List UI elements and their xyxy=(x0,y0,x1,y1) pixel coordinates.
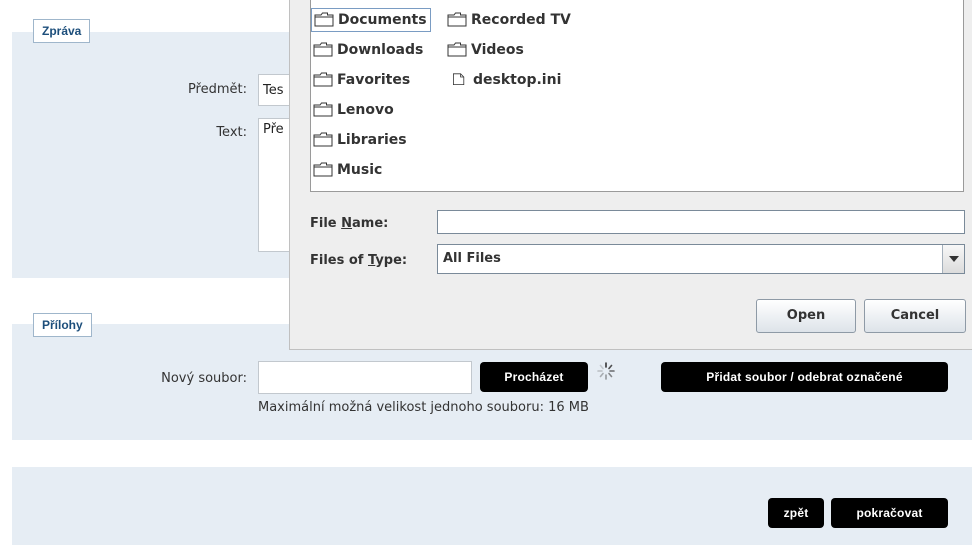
new-file-input[interactable] xyxy=(258,361,472,394)
file-item-label: Videos xyxy=(471,42,524,58)
add-remove-files-button[interactable]: Přidat soubor / odebrat označené xyxy=(661,362,948,392)
file-item-label: Downloads xyxy=(337,42,424,58)
folder-icon xyxy=(313,132,333,146)
file-item-label: Favorites xyxy=(337,72,411,88)
folder-icon xyxy=(313,162,333,176)
browse-button[interactable]: Procházet xyxy=(480,362,588,392)
file-name-input[interactable] xyxy=(437,210,965,234)
file-item-label: Recorded TV xyxy=(471,12,571,28)
folder-icon xyxy=(447,12,467,26)
file-name-label: File Name: xyxy=(310,216,389,231)
file-item-label: desktop.ini xyxy=(473,72,562,88)
new-file-label: Nový soubor: xyxy=(161,371,247,386)
text-label: Text: xyxy=(216,125,247,140)
file-icon xyxy=(453,73,465,85)
chevron-down-icon[interactable] xyxy=(942,245,964,273)
open-button[interactable]: Open xyxy=(756,299,856,333)
footer-bar xyxy=(12,467,972,545)
file-item-music[interactable]: Music xyxy=(311,158,385,182)
file-chooser-dialog: Documents Downloads Favorites Lenovo Lib… xyxy=(289,0,972,350)
file-item-label: Music xyxy=(337,162,383,178)
loading-spinner-icon xyxy=(596,361,616,381)
file-item-recorded-tv[interactable]: Recorded TV xyxy=(445,8,574,32)
file-item-desktop-ini[interactable]: desktop.ini xyxy=(449,68,564,92)
folder-icon xyxy=(447,42,467,56)
file-item-videos[interactable]: Videos xyxy=(445,38,527,62)
folder-icon xyxy=(313,42,333,56)
file-item-lenovo[interactable]: Lenovo xyxy=(311,98,397,122)
cancel-button[interactable]: Cancel xyxy=(864,299,966,333)
max-size-note: Maximální možná velikost jednoho souboru… xyxy=(258,400,589,415)
file-item-documents[interactable]: Documents xyxy=(311,8,431,32)
attachments-section-tab: Přílohy xyxy=(33,313,92,337)
files-of-type-select[interactable]: All Files xyxy=(437,244,965,274)
file-item-label: Lenovo xyxy=(337,102,394,118)
subject-label: Předmět: xyxy=(187,82,247,97)
file-list[interactable]: Documents Downloads Favorites Lenovo Lib… xyxy=(310,0,964,192)
folder-icon xyxy=(313,102,333,116)
files-of-type-label: Files of Type: xyxy=(310,253,408,268)
file-item-downloads[interactable]: Downloads xyxy=(311,38,426,62)
message-section-tab: Zpráva xyxy=(33,19,91,43)
back-button[interactable]: zpět xyxy=(768,498,824,528)
files-of-type-value: All Files xyxy=(443,251,501,266)
file-item-libraries[interactable]: Libraries xyxy=(311,128,410,152)
folder-icon xyxy=(314,12,334,26)
file-item-label: Documents xyxy=(338,12,427,28)
file-item-label: Libraries xyxy=(337,132,407,148)
file-item-favorites[interactable]: Favorites xyxy=(311,68,413,92)
continue-button[interactable]: pokračovat xyxy=(831,498,948,528)
folder-icon xyxy=(313,72,333,86)
